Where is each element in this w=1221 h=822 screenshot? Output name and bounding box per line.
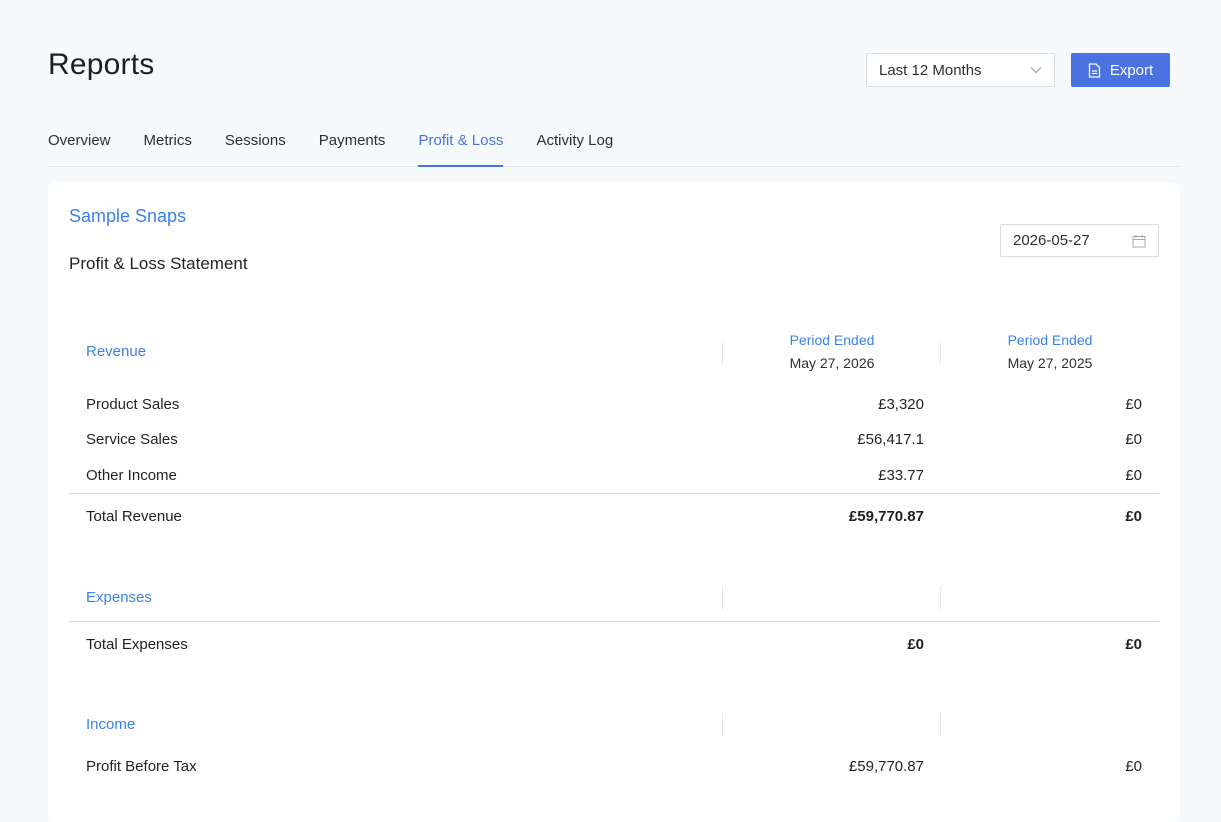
row-label: Service Sales [86,431,178,448]
row-value-prior: £0 [1125,467,1142,484]
tab-overview[interactable]: Overview [48,126,111,166]
total-value-current: £0 [907,636,924,653]
row-label: Other Income [86,467,177,484]
date-range-value: Last 12 Months [879,61,982,79]
chevron-down-icon [1030,67,1042,74]
tab-profit-loss[interactable]: Profit & Loss [418,126,504,167]
column-divider [722,341,723,365]
column-header-current: Period Ended May 27, 2026 [732,332,932,371]
date-value: 2026-05-27 [1013,232,1090,249]
date-range-select[interactable]: Last 12 Months [866,53,1055,87]
row-value-current: £3,320 [878,396,924,413]
export-label: Export [1109,61,1154,79]
row-label: Profit Before Tax [86,758,197,775]
row-value-current: £56,417.1 [857,431,924,448]
total-value-current: £59,770.87 [848,508,924,525]
row-value-current: £59,770.87 [848,758,924,775]
document-icon [1088,62,1100,78]
row-label: Product Sales [86,396,180,413]
total-divider [69,621,1159,622]
column-divider [940,586,941,610]
column-divider [940,341,941,365]
total-value-prior: £0 [1125,508,1142,525]
report-tabs: Overview Metrics Sessions Payments Profi… [48,126,1180,167]
report-card: Sample Snaps Profit & Loss Statement 202… [48,182,1180,822]
total-label: Total Revenue [86,508,182,525]
table-row: Other Income £33.77 £0 [69,467,1159,487]
period-ended-label: Period Ended [789,332,875,348]
column-header-prior: Period Ended May 27, 2025 [950,332,1150,371]
section-label-revenue: Revenue [86,343,147,360]
total-row: Total Expenses £0 £0 [69,636,1159,656]
total-row: Total Revenue £59,770.87 £0 [69,508,1159,528]
tab-payments[interactable]: Payments [319,126,386,166]
row-value-prior: £0 [1125,431,1142,448]
export-button[interactable]: Export [1071,53,1170,87]
period-date: May 27, 2026 [789,355,875,371]
total-label: Total Expenses [86,636,188,653]
column-divider [722,586,723,610]
row-value-current: £33.77 [878,467,924,484]
column-divider [722,713,723,737]
statement-title: Profit & Loss Statement [69,254,248,273]
table-row: Service Sales £56,417.1 £0 [69,431,1159,451]
row-value-prior: £0 [1125,396,1142,413]
column-divider [940,713,941,737]
tab-metrics[interactable]: Metrics [144,126,192,166]
period-date: May 27, 2025 [1007,355,1093,371]
period-ended-label: Period Ended [1007,332,1093,348]
tab-activity-log[interactable]: Activity Log [536,126,613,166]
company-name: Sample Snaps [69,206,187,226]
table-row: Product Sales £3,320 £0 [69,396,1159,416]
tab-sessions[interactable]: Sessions [225,126,286,166]
section-label-expenses: Expenses [86,589,152,606]
page-title: Reports [48,48,155,81]
calendar-icon [1132,235,1146,248]
row-value-prior: £0 [1125,758,1142,775]
section-label-income: Income [86,716,136,733]
total-divider [69,493,1159,494]
table-row: Profit Before Tax £59,770.87 £0 [69,758,1159,778]
total-value-prior: £0 [1125,636,1142,653]
date-picker[interactable]: 2026-05-27 [1000,224,1159,257]
